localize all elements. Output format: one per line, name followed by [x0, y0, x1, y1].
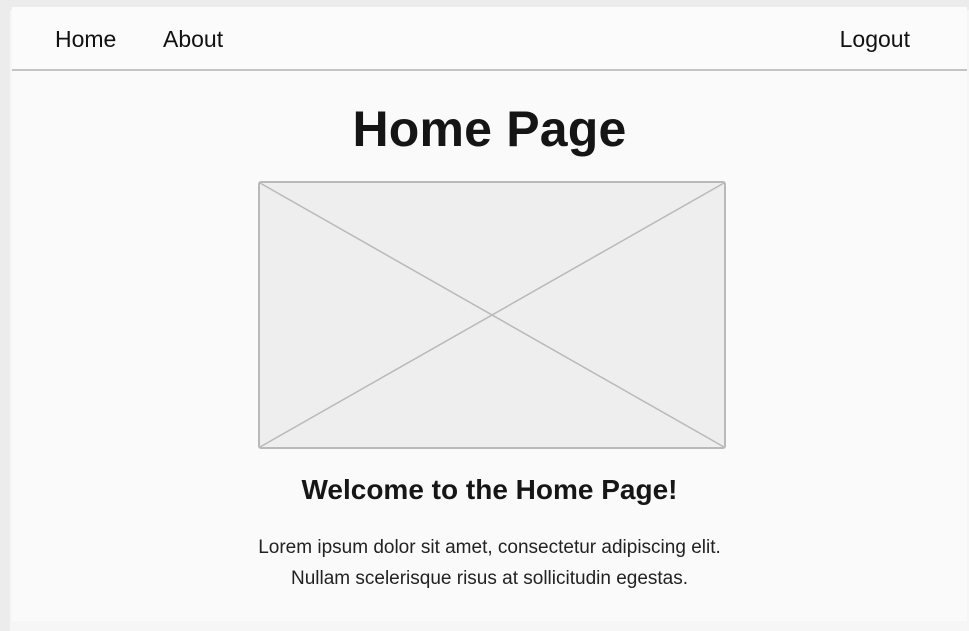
nav-link-about[interactable]: About [163, 26, 223, 52]
nav-link-home[interactable]: Home [55, 26, 116, 52]
page-title: Home Page [352, 101, 627, 157]
description-paragraph: Lorem ipsum dolor sit amet, consectetur … [12, 532, 967, 594]
home-page: Home About Logout Home Page Welcome to t… [12, 7, 967, 621]
welcome-heading: Welcome to the Home Page! [301, 474, 678, 505]
description-line-1: Lorem ipsum dolor sit amet, consectetur … [258, 537, 721, 558]
hero-image-placeholder [258, 181, 726, 449]
description-line-2: Nullam scelerisque risus at sollicitudin… [290, 568, 689, 589]
top-navigation-bar: Home About Logout [12, 7, 967, 71]
image-placeholder-icon [258, 181, 726, 449]
nav-link-logout[interactable]: Logout [840, 26, 910, 52]
